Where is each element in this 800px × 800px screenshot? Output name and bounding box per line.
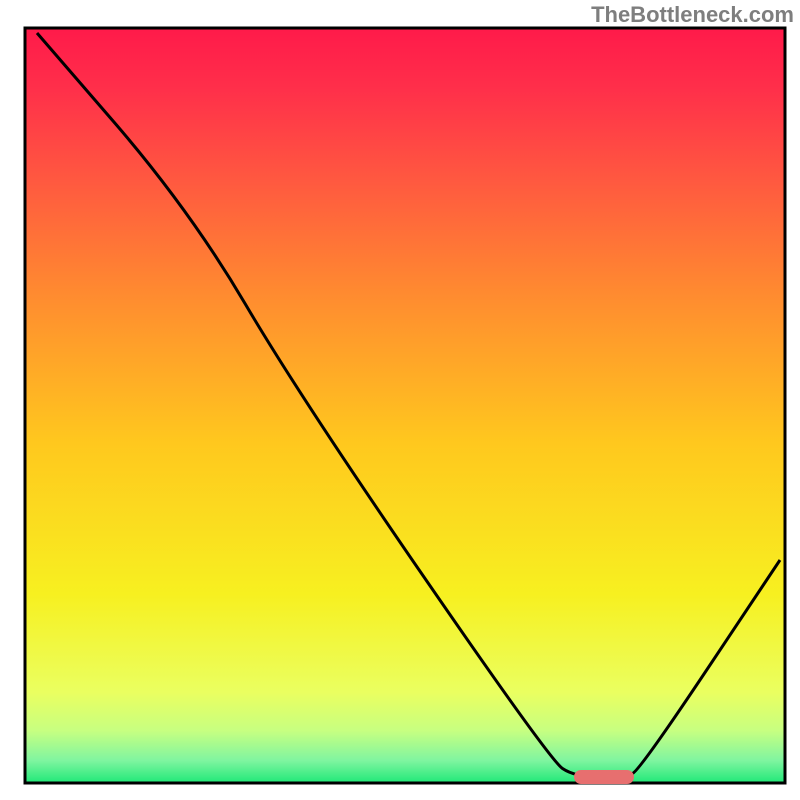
plot-gradient-rect [25,28,785,783]
optimal-marker [574,770,634,784]
bottleneck-chart: TheBottleneck.com [0,0,800,800]
watermark-text: TheBottleneck.com [591,2,794,28]
